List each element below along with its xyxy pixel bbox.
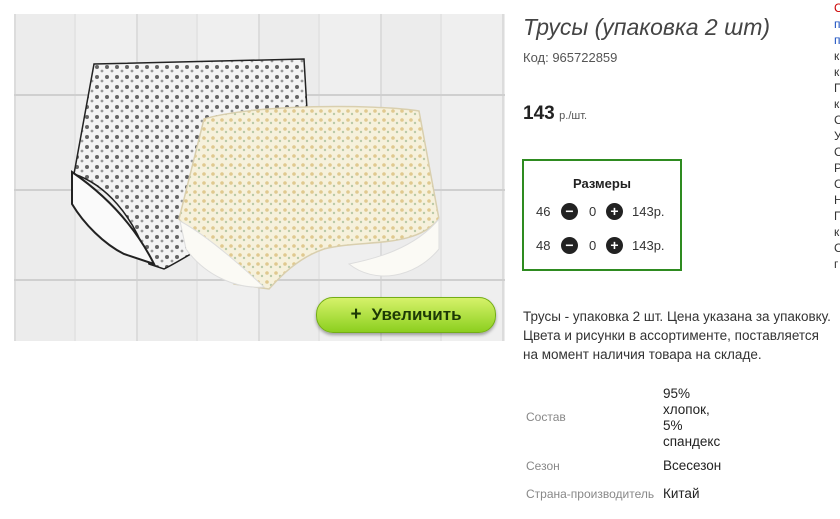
sidebar-fragment: С	[834, 113, 840, 127]
sidebar-fragment: к	[834, 97, 840, 111]
product-description: Трусы - упаковка 2 шт. Цена указана за у…	[523, 307, 840, 364]
plus-icon: +	[350, 304, 362, 325]
description-line: Трусы - упаковка 2 шт. Цена указана за у…	[523, 309, 831, 324]
decrease-quantity-button[interactable]: −	[561, 237, 578, 254]
description-line: на момент наличия товара на складе.	[523, 347, 762, 362]
decrease-quantity-button[interactable]: −	[561, 203, 578, 220]
zoom-button-label: Увеличить	[371, 305, 462, 324]
size-row: 48 − 0 + 143р.	[536, 236, 676, 256]
sidebar-fragment: П	[834, 81, 840, 95]
spec-value-line: 5%	[663, 418, 683, 433]
product-price: 143 р./шт.	[523, 103, 587, 125]
price-unit: р./шт.	[559, 110, 588, 122]
sidebar-fragment: С	[834, 241, 840, 255]
sidebar-fragment: г	[834, 257, 839, 271]
spec-value-line: 95%	[663, 386, 691, 401]
sidebar-fragment: к	[834, 225, 840, 239]
sidebar-fragment[interactable]: п	[834, 32, 840, 48]
sidebar-fragment: Н	[834, 193, 840, 207]
product-code: Код: 965722859	[523, 50, 618, 65]
spec-value-line: спандекс	[663, 434, 721, 449]
sidebar-fragment: С	[834, 145, 840, 159]
size-price: 143р.	[632, 204, 665, 219]
clipped-sidebar: С п п к к П к С У С Р С Н П к С г	[834, 0, 840, 272]
price-value: 143	[523, 103, 555, 124]
description-line: Цвета и рисунки в ассортименте, поставля…	[523, 328, 819, 343]
increase-quantity-button[interactable]: +	[606, 203, 623, 220]
spec-value-season: Всесезон	[663, 458, 722, 473]
product-title: Трусы (упаковка 2 шт)	[523, 14, 771, 40]
quantity-value: 0	[589, 204, 597, 219]
cream-floral-briefs-graphic	[178, 105, 440, 290]
size-row: 46 − 0 + 143р.	[536, 202, 676, 222]
sidebar-fragment[interactable]: п	[834, 16, 840, 32]
sidebar-fragment: к	[834, 49, 840, 63]
zoom-button[interactable]: + Увеличить	[316, 297, 496, 333]
spec-value-country: Китай	[663, 486, 700, 501]
spec-label-composition: Состав	[526, 410, 566, 424]
spec-label-season: Сезон	[526, 459, 560, 473]
sizes-box: Размеры 46 − 0 + 143р. 48 − 0 + 143р.	[522, 159, 682, 271]
quantity-value: 0	[589, 238, 597, 253]
sidebar-fragment: Р	[834, 161, 840, 175]
sidebar-fragment[interactable]: С	[834, 0, 840, 16]
size-label: 46	[536, 204, 551, 219]
size-label: 48	[536, 238, 551, 253]
increase-quantity-button[interactable]: +	[606, 237, 623, 254]
sidebar-fragment: П	[834, 209, 840, 223]
sidebar-fragment: к	[834, 65, 840, 79]
product-image[interactable]: + Увеличить	[14, 14, 505, 341]
spec-label-country: Страна-производитель	[526, 487, 655, 501]
spec-value-composition: 95% хлопок, 5% спандекс	[663, 386, 720, 450]
sidebar-fragment: У	[834, 129, 840, 143]
sizes-title: Размеры	[573, 176, 631, 191]
spec-value-line: хлопок,	[663, 402, 710, 417]
size-price: 143р.	[632, 238, 665, 253]
sidebar-fragment: С	[834, 177, 840, 191]
